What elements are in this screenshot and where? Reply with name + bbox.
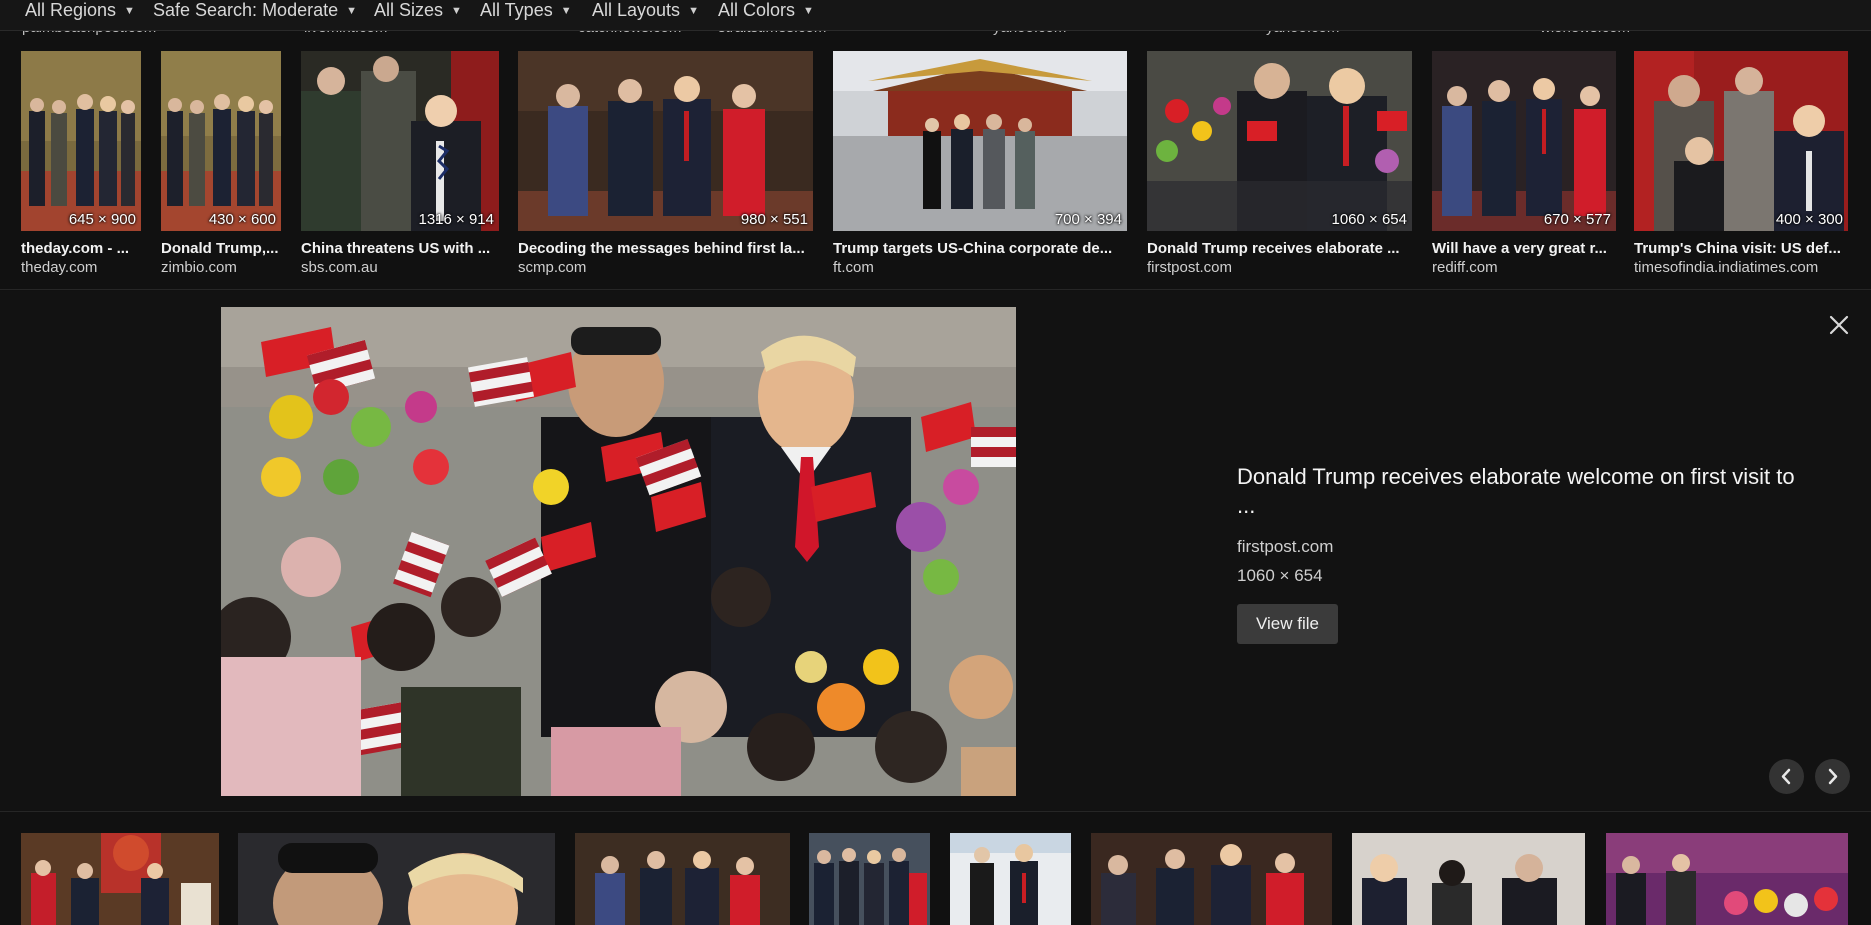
colors-filter[interactable]: All Colors ▼ [718,0,814,22]
thumbnail-image[interactable] [1091,833,1332,925]
image-dimensions: 400 × 300 [1775,211,1843,228]
divider [0,811,1871,812]
image-dimensions: 430 × 600 [208,211,276,228]
result-title[interactable]: Trump's China visit: US def... [1634,240,1848,257]
image-dimensions: 1316 × 914 [418,211,495,228]
result-source[interactable]: zimbio.com [161,259,281,276]
result-title[interactable]: Decoding the messages behind first la... [518,240,813,257]
image-dimensions: 670 × 577 [1543,211,1611,228]
types-filter-label: All Types [480,0,553,20]
image-dimensions: 1060 × 654 [1331,211,1408,228]
result-source[interactable]: firstpost.com [1147,259,1412,276]
filter-bar: All Regions ▼ Safe Search: Moderate ▼ All … [0,0,1871,31]
caret-down-icon: ▼ [346,5,357,18]
sizes-filter[interactable]: All Sizes ▼ [374,0,462,22]
result-source[interactable]: theday.com [21,259,141,276]
result-title[interactable]: Donald Trump,... [161,240,281,257]
thumbnail-image[interactable] [238,833,555,925]
divider [0,289,1871,290]
image-result[interactable]: 645 × 900 theday.com - ... theday.com [21,51,141,281]
next-image-button[interactable] [1815,759,1850,794]
caret-down-icon: ▼ [803,5,814,18]
thumbnail-image[interactable] [575,833,790,925]
layouts-filter[interactable]: All Layouts ▼ [592,0,699,22]
result-source[interactable]: rediff.com [1432,259,1616,276]
thumbnail-image[interactable]: 400 × 300 [1634,51,1848,231]
thumbnail-image[interactable]: 670 × 577 [1432,51,1616,231]
thumbnail-image[interactable] [1606,833,1848,925]
safe-search-filter-label: Safe Search: Moderate [153,0,339,20]
caret-down-icon: ▼ [124,5,135,18]
chevron-right-icon [1828,768,1838,785]
close-preview-button[interactable] [1826,312,1852,338]
chevron-left-icon [1781,768,1791,785]
thumbnail-image[interactable] [809,833,930,925]
safe-search-filter[interactable]: Safe Search: Moderate ▼ [153,0,357,22]
thumbnail-image[interactable]: 700 × 394 [833,51,1127,231]
close-icon [1829,315,1849,335]
result-source[interactable]: sbs.com.au [301,259,499,276]
image-result[interactable]: 670 × 577 Will have a very great r... re… [1432,51,1616,281]
result-source[interactable]: timesofindia.indiatimes.com [1634,259,1848,276]
result-title[interactable]: Donald Trump receives elaborate ... [1147,240,1412,257]
preview-image[interactable] [221,307,1016,796]
image-dimensions: 645 × 900 [68,211,136,228]
sizes-filter-label: All Sizes [374,0,444,20]
previous-image-button[interactable] [1769,759,1804,794]
image-result[interactable]: 980 × 551 Decoding the messages behind f… [518,51,813,281]
result-source[interactable]: scmp.com [518,259,813,276]
caret-down-icon: ▼ [688,5,699,18]
thumbnail-image[interactable]: 980 × 551 [518,51,813,231]
preview-title[interactable]: Donald Trump receives elaborate welcome … [1237,462,1797,520]
colors-filter-label: All Colors [718,0,796,20]
image-dimensions: 700 × 394 [1054,211,1122,228]
thumbnail-image[interactable]: 645 × 900 [21,51,141,231]
regions-filter-label: All Regions [25,0,117,20]
result-source[interactable]: ft.com [833,259,1127,276]
layouts-filter-label: All Layouts [592,0,681,20]
regions-filter[interactable]: All Regions ▼ [25,0,135,22]
preview-dimensions: 1060 × 654 [1237,566,1323,585]
thumbnail-image[interactable]: 1316 × 914 [301,51,499,231]
image-result[interactable]: 1060 × 654 Donald Trump receives elabora… [1147,51,1412,281]
result-title[interactable]: China threatens US with ... [301,240,499,257]
image-result[interactable]: 400 × 300 Trump's China visit: US def...… [1634,51,1848,281]
thumbnail-image[interactable] [950,833,1071,925]
thumbnail-image[interactable]: 430 × 600 [161,51,281,231]
preview-source[interactable]: firstpost.com [1237,537,1797,557]
result-title[interactable]: theday.com - ... [21,240,141,257]
thumbnail-image[interactable] [1352,833,1585,925]
image-result[interactable]: 430 × 600 Donald Trump,... zimbio.com [161,51,281,281]
thumbnail-image[interactable]: 1060 × 654 [1147,51,1412,231]
image-dimensions: 980 × 551 [740,211,808,228]
view-file-button[interactable]: View file [1237,604,1338,644]
result-title[interactable]: Will have a very great r... [1432,240,1616,257]
image-result[interactable]: 700 × 394 Trump targets US-China corpora… [833,51,1127,281]
result-title[interactable]: Trump targets US-China corporate de... [833,240,1127,257]
preview-info: Donald Trump receives elaborate welcome … [1237,462,1797,644]
caret-down-icon: ▼ [560,5,572,18]
thumbnail-image[interactable] [21,833,219,925]
image-result[interactable]: 1316 × 914 China threatens US with ... s… [301,51,499,281]
types-filter[interactable]: All Types ▼ [480,0,572,22]
caret-down-icon: ▼ [451,5,462,18]
